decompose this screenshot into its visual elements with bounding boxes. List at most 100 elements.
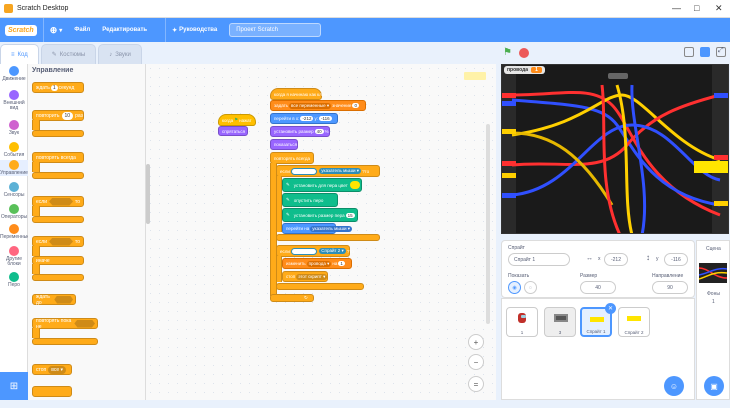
stop-block[interactable]: стоп все ▾ (32, 364, 72, 375)
when-flag-clicked-block[interactable]: когда ⚑ нажат (218, 114, 256, 126)
stage-thumbnail[interactable] (699, 263, 727, 283)
sprite-name-input[interactable]: Спрайт 1 (508, 253, 570, 266)
sprite-info-pane: Спрайт Спрайт 1 ↔ x -212 ↕ y -116 Показа… (501, 240, 695, 298)
close-button[interactable]: ✕ (715, 4, 723, 13)
repeat-end (32, 130, 84, 137)
tab-costumes[interactable]: ✎ Костюмы (40, 44, 97, 64)
delete-sprite-button[interactable]: ✕ (605, 303, 616, 314)
wait-until-block[interactable]: ждать до (32, 294, 76, 306)
category-motion[interactable]: Движение (0, 66, 28, 82)
hide-block[interactable]: спрятаться (218, 126, 248, 136)
sprite-thumb-3[interactable]: 3 (544, 307, 576, 337)
category-sensing[interactable]: Сенсоры (0, 182, 28, 198)
direction-label: Направление (652, 273, 684, 279)
file-menu[interactable]: Файл (74, 27, 90, 33)
sprite-thumb-sprite1[interactable]: Спрайт 1 ✕ (580, 303, 616, 337)
size-input[interactable]: 40 (580, 281, 616, 294)
x-input[interactable]: -212 (604, 253, 628, 266)
green-flag-icon: ⚑ (503, 47, 512, 58)
wait-block[interactable]: ждать 1 секунд (32, 82, 84, 93)
pen-down-block[interactable]: ✎ опустить перо (282, 193, 338, 207)
fullscreen-icon: ⤢ (718, 47, 724, 54)
stop-this-script-block[interactable]: стоп этот скрипт ▾ (282, 271, 328, 282)
if-touching-mouse-block[interactable]: если касается указатель мыши ▾? то (276, 165, 380, 177)
fullscreen-button[interactable]: ⤢ (716, 47, 726, 57)
choose-backdrop-button[interactable]: ▣ (704, 376, 724, 396)
when-clone-starts-block[interactable]: когда я начинаю как клон (270, 88, 327, 100)
tab-code[interactable]: ≡ Код (0, 44, 39, 64)
show-block[interactable]: показаться (270, 139, 298, 150)
tutorials-label: Руководства (179, 27, 218, 33)
clone-block[interactable] (32, 386, 72, 397)
change-variable-block[interactable]: изменить провода ▾ на 1 (282, 258, 352, 269)
menu-bar: Scratch ⊕ ▾ Файл Редактировать ✦ Руководст… (0, 18, 730, 42)
color-swatch[interactable] (349, 181, 360, 189)
category-dot (9, 160, 19, 170)
set-pen-size-block[interactable]: ✎ установить размер пера 15 (282, 208, 358, 222)
stop-button[interactable] (519, 48, 529, 58)
block-palette: Управление ждать 1 секунд повторить 10 раз п… (28, 64, 146, 400)
category-dot (9, 204, 19, 214)
category-pen[interactable]: Перо (0, 272, 28, 288)
show-visible-button[interactable]: ◉ (508, 281, 521, 294)
tab-sounds[interactable]: ♪ Звуки (98, 44, 142, 64)
set-variable-block[interactable]: задать все переменные ▾ значение 0 (270, 100, 366, 111)
vertical-scrollbar[interactable] (486, 124, 490, 324)
green-flag-button[interactable]: ⚑ (503, 47, 516, 60)
category-sound[interactable]: Звук (0, 120, 28, 136)
category-looks[interactable]: Внешний вид (0, 90, 28, 111)
zoom-reset-button[interactable]: = (468, 376, 484, 392)
stage-canvas[interactable] (501, 64, 729, 234)
zoom-in-button[interactable]: + (468, 334, 484, 350)
sprite-name: 3 (558, 330, 562, 335)
goto-mouse-block[interactable]: перейти на указатель мыши ▾ (282, 223, 353, 234)
add-extension-button[interactable]: ⊞ (0, 372, 28, 400)
if-else-end (32, 274, 84, 281)
set-size-block[interactable]: установить размер 40% (270, 126, 330, 137)
repeat-until-block[interactable]: повторять пока не (32, 318, 98, 330)
palette-scrollbar[interactable] (146, 164, 150, 224)
zoom-out-button[interactable]: − (468, 354, 484, 370)
sprite-thumb-sprite2[interactable]: Спрайт 2 (618, 307, 650, 337)
sprite-thumb-1[interactable]: 1 (506, 307, 538, 337)
category-dot (9, 246, 19, 256)
small-stage-button[interactable] (684, 47, 694, 57)
if-touching-sprite2-block[interactable]: если касается Спрайт 2 ▾? то (276, 245, 354, 257)
stage-header (496, 44, 730, 64)
maximize-button[interactable]: □ (694, 4, 699, 13)
scratch-logo[interactable]: Scratch (5, 24, 37, 36)
category-operators[interactable]: Операторы (0, 204, 28, 220)
monitor-value: 1 (531, 67, 542, 73)
app-icon (4, 4, 13, 13)
script-area[interactable]: когда ⚑ нажат спрятаться когда я начинаю к… (146, 64, 496, 400)
choose-sprite-button[interactable]: ☺ (664, 376, 684, 396)
sprite-name: Спрайт 2 (624, 330, 644, 335)
category-my-blocks[interactable]: Другие блоки (0, 246, 28, 267)
y-input[interactable]: -116 (664, 253, 688, 266)
if-end (32, 216, 84, 223)
goto-xy-block[interactable]: перейти в x: -212 y: -116 (270, 113, 338, 124)
edit-menu[interactable]: Редактировать (102, 27, 147, 33)
hide-visible-button[interactable]: ◌ (524, 281, 537, 294)
category-dot (9, 90, 19, 100)
lightbulb-icon: ✦ (172, 27, 178, 34)
minimize-button[interactable]: — (672, 4, 681, 13)
category-events[interactable]: События (0, 142, 28, 158)
category-variables[interactable]: Переменные (0, 224, 30, 240)
category-control[interactable]: Управление (0, 160, 28, 176)
editor-tabs: ≡ Код ✎ Костюмы ♪ Звуки (0, 44, 240, 64)
direction-input[interactable]: 90 (652, 281, 688, 294)
pen-icon: ✎ (286, 212, 290, 217)
repeat-until-mouth (32, 328, 40, 338)
category-dot (9, 224, 19, 234)
backdrop-thumbnail (699, 267, 727, 280)
normal-stage-button[interactable] (700, 47, 710, 57)
eye-closed-icon: ◌ (529, 284, 532, 291)
speaker-icon: ♪ (109, 51, 113, 58)
set-pen-color-block[interactable]: ✎ установить для пера цвет (282, 178, 362, 192)
window-title: Scratch Desktop (17, 5, 69, 12)
variable-monitor[interactable]: провода 1 (504, 66, 545, 74)
language-menu[interactable]: ⊕ ▾ (50, 25, 63, 36)
project-title-input[interactable]: Проект Scratch (229, 23, 322, 37)
tutorials-menu[interactable]: ✦ Руководства (172, 27, 217, 34)
